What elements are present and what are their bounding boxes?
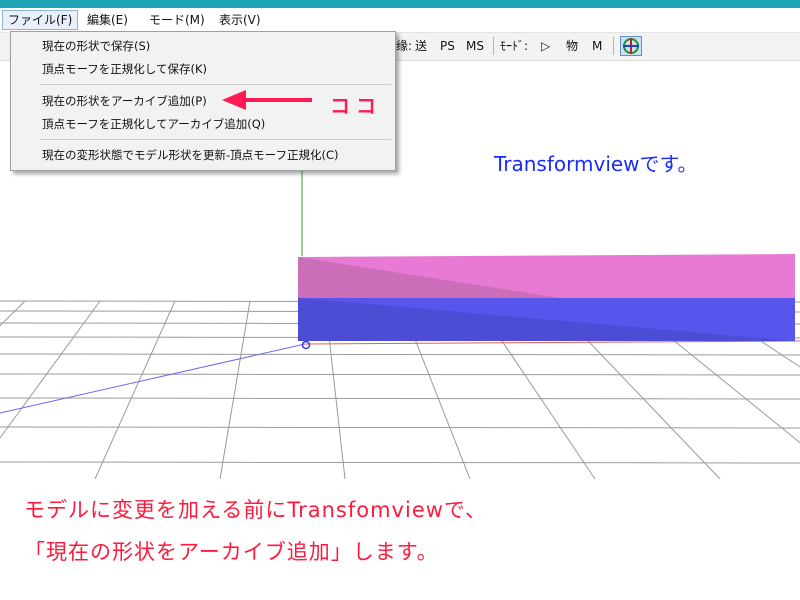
play-icon[interactable]: ▷ [541,38,550,54]
instruction-line-1: モデルに変更を加える前にTransfomviewで、 [24,498,488,522]
toolbar-physics-button[interactable]: 物 [566,38,578,54]
menu-separator [39,139,391,140]
menu-edit[interactable]: 編集(E) [82,10,133,30]
x-axis-line [304,340,800,345]
toolbar-mode-text: ﾓｰﾄﾞ: [500,39,529,53]
menu-file[interactable]: ファイル(F) [2,10,79,30]
menu-item-archive-current-shape[interactable]: 現在の形状をアーカイブ追加(P) [42,91,207,111]
transformview-note: Transformviewです。 [494,152,698,176]
arrow-label: ココ [330,94,382,118]
toolbar-ps-button[interactable]: PS [440,38,455,54]
toolbar-m-button[interactable]: M [592,38,602,54]
toolbar-separator [493,37,494,55]
instruction-line-2: 「現在の形状をアーカイブ追加」します。 [24,540,439,564]
model-boxes [298,254,795,341]
menu-item-save-normalized[interactable]: 頂点モーフを正規化して保存(K) [42,59,207,79]
menu-separator [39,84,391,85]
toolbar-send-button[interactable]: 送 [415,38,427,54]
target-button[interactable] [620,36,642,56]
menu-item-update-model-shape[interactable]: 現在の変形状態でモデル形状を更新-頂点モーフ正規化(C) [42,145,338,165]
title-strip [0,0,800,8]
menu-item-save-current-shape[interactable]: 現在の形状で保存(S) [42,36,150,56]
origin-marker [301,340,311,350]
menu-mode[interactable]: モード(M) [144,10,210,30]
menu-item-archive-normalized[interactable]: 頂点モーフを正規化してアーカイブ追加(Q) [42,114,265,134]
toolbar-separator [613,37,614,55]
menu-view[interactable]: 表示(V) [214,10,266,30]
target-icon [623,38,639,54]
toolbar-mode-label: 缘: [396,39,413,53]
toolbar-ms-button[interactable]: MS [466,38,484,54]
menubar: ファイル(F) 編集(E) モード(M) 表示(V) [0,8,800,33]
